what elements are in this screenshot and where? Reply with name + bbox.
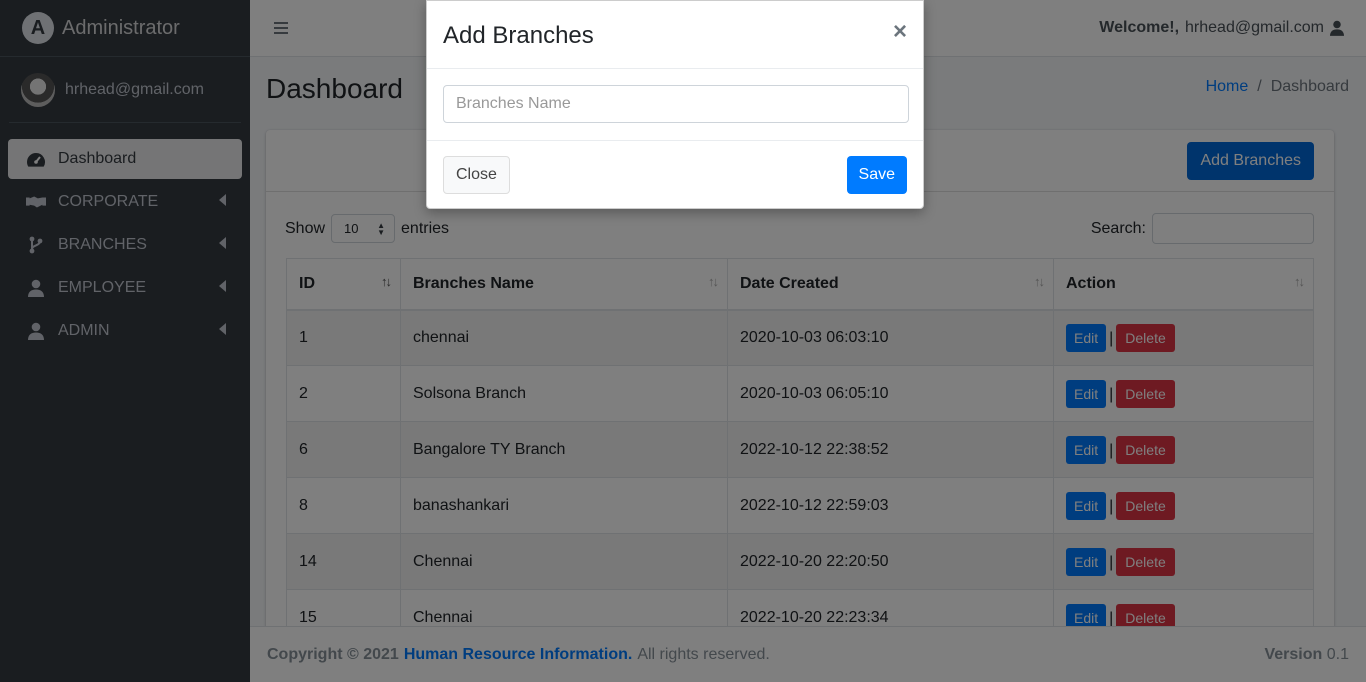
modal-footer: Close Save [427, 141, 923, 209]
modal-header: Add Branches × [427, 1, 923, 69]
modal-body [427, 69, 923, 141]
close-icon[interactable]: × [893, 18, 907, 46]
branches-name-input[interactable] [443, 85, 909, 123]
add-branches-modal: Add Branches × Close Save [426, 0, 924, 209]
close-button[interactable]: Close [443, 156, 510, 194]
modal-title: Add Branches [443, 22, 594, 49]
save-button[interactable]: Save [846, 156, 907, 194]
